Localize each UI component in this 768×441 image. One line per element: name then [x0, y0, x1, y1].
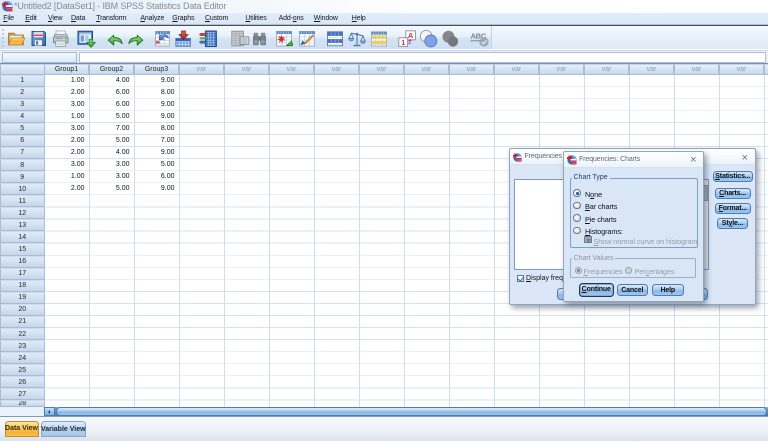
svg-text:A: A [407, 31, 413, 40]
svg-text:1: 1 [401, 40, 405, 47]
